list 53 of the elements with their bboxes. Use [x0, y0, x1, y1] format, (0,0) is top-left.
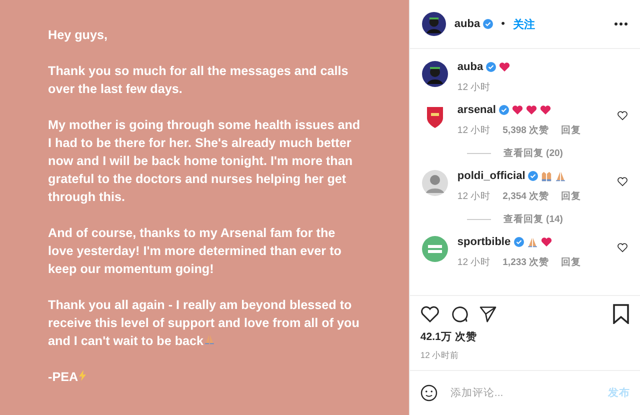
letter-paragraph: And of course, thanks to my Arsenal fam for the love yesterday! I'm more determined than ever to keep our momentum going! [48, 225, 342, 278]
heart-icon [499, 62, 510, 72]
likes-count[interactable]: 1,233 次赞 [502, 256, 550, 269]
letter-paragraph: Hey guys, [48, 27, 108, 44]
heart-icon [526, 105, 537, 115]
send-icon[interactable] [479, 305, 498, 323]
username[interactable]: sportbible [457, 236, 511, 248]
like-button[interactable] [617, 176, 628, 187]
reply-link[interactable]: 回复 [561, 256, 582, 269]
letter-paragraph: My mother is going through some health issues and I had to be there for her. She's already much better now and I will be back home tonight. I'm more than grateful to the doctors and nurses helping her get through this. [48, 117, 362, 206]
separator-dot: • [501, 18, 505, 30]
follow-link[interactable]: 关注 [512, 16, 535, 32]
heart-icon [512, 105, 523, 115]
letter-paragraph: -PEA [48, 368, 364, 386]
praying-hands-icon [555, 170, 566, 182]
timestamp: 12 小时 [457, 124, 491, 137]
verified-icon [483, 19, 494, 29]
letter-paragraph: Thank you all again - I really am beyond blessed to receive this level of support and love from all of you and I can't wait to be back [48, 297, 360, 350]
praying-hands-icon [204, 334, 215, 345]
avatar[interactable] [422, 12, 446, 36]
post-time: 12 小时前 [420, 350, 460, 362]
avatar[interactable] [422, 61, 448, 87]
username[interactable]: auba [454, 18, 480, 30]
like-button[interactable] [617, 110, 628, 121]
heart-icon [540, 237, 552, 247]
like-button[interactable] [420, 304, 440, 324]
verified-icon [528, 171, 538, 181]
comment-icon[interactable] [450, 304, 470, 324]
lightning-icon [78, 370, 88, 381]
view-replies-link[interactable]: 查看回复 (14) [503, 213, 563, 226]
username[interactable]: poldi_official [457, 170, 526, 182]
verified-icon [498, 105, 509, 115]
raised-hands-icon [541, 170, 552, 182]
reply-link[interactable]: 回复 [561, 190, 582, 203]
timestamp: 12 小时 [457, 256, 491, 269]
praying-hands-icon [526, 236, 538, 248]
heart-icon [540, 105, 551, 115]
username[interactable]: arsenal [457, 104, 496, 116]
likes-count[interactable]: 2,354 次赞 [502, 190, 550, 203]
timestamp: 12 小时 [457, 81, 492, 94]
more-icon[interactable] [614, 22, 628, 26]
likes-count[interactable]: 5,398 次赞 [502, 124, 550, 137]
letter-paragraph: Thank you so much for all the messages and calls over the last few days. [48, 63, 350, 98]
username[interactable]: auba [457, 61, 484, 73]
bookmark-button[interactable] [612, 304, 630, 324]
view-replies-link[interactable]: 查看回复 (20) [503, 147, 563, 160]
reply-link[interactable]: 回复 [561, 124, 582, 137]
timestamp: 12 小时 [457, 190, 491, 203]
likes-count[interactable]: 42.1万 次赞 [420, 330, 630, 344]
verified-icon [486, 62, 496, 72]
like-button[interactable] [617, 242, 628, 253]
verified-icon [514, 237, 524, 247]
emoji-icon[interactable] [420, 384, 438, 402]
